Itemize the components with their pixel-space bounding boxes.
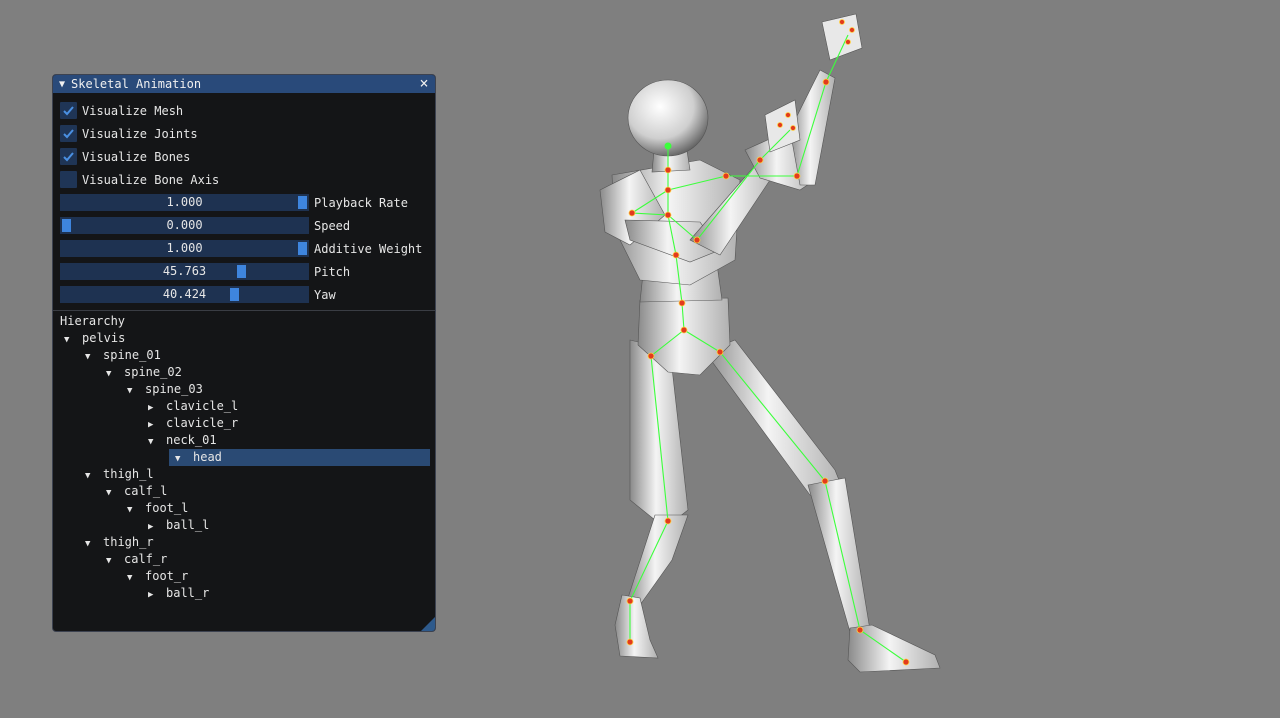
checkbox-label: Visualize Joints — [82, 126, 198, 141]
checkmark-icon — [63, 129, 74, 139]
checkbox-row[interactable]: Visualize Joints — [60, 122, 428, 145]
triangle-down-icon[interactable]: ▼ — [127, 502, 145, 519]
slider-value: 0.000 — [166, 218, 203, 232]
slider[interactable]: 1.000 — [60, 240, 309, 257]
slider-row: 40.424 Yaw — [60, 283, 428, 306]
slider-list: 1.000 Playback Rate 0.000 Speed 1.000 Additiv… — [60, 191, 428, 306]
tree-node-spine-01[interactable]: ▼ spine_01 — [85, 347, 428, 364]
slider[interactable]: 40.424 — [60, 286, 309, 303]
tree-node-label: neck_01 — [166, 433, 217, 447]
tree-node-label: thigh_l — [103, 467, 154, 481]
slider[interactable]: 45.763 — [60, 263, 309, 280]
slider-value: 1.000 — [166, 241, 203, 255]
triangle-down-icon[interactable]: ▼ — [85, 536, 103, 553]
tree-node-label: thigh_r — [103, 535, 154, 549]
checkbox-row[interactable]: Visualize Bones — [60, 145, 428, 168]
triangle-down-icon[interactable]: ▼ — [127, 383, 145, 400]
triangle-down-icon[interactable]: ▼ — [106, 553, 124, 570]
triangle-down-icon[interactable]: ▼ — [127, 570, 145, 587]
slider-label: Yaw — [314, 287, 336, 302]
tree-node-label: spine_01 — [103, 348, 161, 362]
checkmark-icon — [63, 152, 74, 162]
slider-row: 1.000 Additive Weight — [60, 237, 428, 260]
checkbox-label: Visualize Bone Axis — [82, 172, 220, 187]
checkbox-row[interactable]: Visualize Mesh — [60, 99, 428, 122]
triangle-right-icon[interactable]: ▶ — [148, 587, 166, 604]
tree-node-calf-r[interactable]: ▼ calf_r — [106, 551, 428, 568]
window-title: Skeletal Animation — [71, 77, 202, 91]
tree-node-foot-l[interactable]: ▼ foot_l — [127, 500, 428, 517]
tree-node-spine-02[interactable]: ▼ spine_02 — [106, 364, 428, 381]
tree-node-thigh-l[interactable]: ▼ thigh_l — [85, 466, 428, 483]
tree-node-foot-r[interactable]: ▼ foot_r — [127, 568, 428, 585]
tree-node-pelvis[interactable]: ▼ pelvis — [64, 330, 428, 347]
separator — [53, 310, 435, 311]
slider-label: Playback Rate — [314, 195, 408, 210]
tree-node-label: spine_03 — [145, 382, 203, 396]
checkbox[interactable] — [60, 102, 77, 119]
slider-value: 40.424 — [162, 287, 207, 301]
head-joint-selected — [664, 142, 672, 150]
tree-node-label: foot_l — [145, 501, 189, 515]
slider-label: Pitch — [314, 264, 351, 279]
checkbox-label: Visualize Bones — [82, 149, 191, 164]
tree-node-label: ball_l — [166, 518, 210, 532]
resize-grip[interactable] — [421, 617, 435, 631]
skeletal-animation-window[interactable]: ▼ Skeletal Animation × Visualize Mesh Vis… — [52, 74, 436, 632]
mannequin-mesh — [599, 69, 941, 673]
triangle-down-icon[interactable]: ▼ — [64, 332, 82, 349]
checkmark-icon — [63, 106, 74, 116]
close-icon[interactable]: × — [417, 76, 431, 91]
slider-label: Speed — [314, 218, 351, 233]
checkbox-label: Visualize Mesh — [82, 103, 184, 118]
checkbox[interactable] — [60, 171, 77, 188]
tree-node-spine-03[interactable]: ▼ spine_03 — [127, 381, 428, 398]
tree-node-calf-l[interactable]: ▼ calf_l — [106, 483, 428, 500]
tree-node-neck-01[interactable]: ▼ neck_01 — [148, 432, 428, 449]
tree-node-clavicle-r[interactable]: ▶ clavicle_r — [148, 415, 428, 432]
triangle-down-icon[interactable]: ▼ — [106, 485, 124, 502]
checkbox[interactable] — [60, 148, 77, 165]
tree-node-label: calf_l — [124, 484, 168, 498]
tree-node-ball-r[interactable]: ▶ ball_r — [148, 585, 428, 602]
slider-row: 0.000 Speed — [60, 214, 428, 237]
slider-row: 1.000 Playback Rate — [60, 191, 428, 214]
tree-node-thigh-r[interactable]: ▼ thigh_r — [85, 534, 428, 551]
tree-node-label: ball_r — [166, 586, 210, 600]
slider-value: 1.000 — [166, 195, 203, 209]
checkbox[interactable] — [60, 125, 77, 142]
slider-value: 45.763 — [162, 264, 207, 278]
checkbox-row[interactable]: Visualize Bone Axis — [60, 168, 428, 191]
slider[interactable]: 0.000 — [60, 217, 309, 234]
tree-node-label: clavicle_l — [166, 399, 239, 413]
tree-node-ball-l[interactable]: ▶ ball_l — [148, 517, 428, 534]
collapse-triangle-down-icon[interactable]: ▼ — [59, 79, 65, 90]
triangle-down-icon[interactable]: ▼ — [106, 366, 124, 383]
checkbox-list: Visualize Mesh Visualize Joints Visualize … — [60, 99, 428, 191]
slider-label: Additive Weight — [314, 241, 423, 256]
hierarchy-title: Hierarchy — [60, 314, 126, 328]
triangle-down-icon[interactable]: ▼ — [85, 349, 103, 366]
slider-row: 45.763 Pitch — [60, 260, 428, 283]
triangle-down-icon[interactable]: ▼ — [85, 468, 103, 485]
window-titlebar[interactable]: ▼ Skeletal Animation × — [53, 75, 435, 93]
mannequin-viewport[interactable] — [560, 0, 1000, 718]
tree-node-label: foot_r — [145, 569, 189, 583]
tree-node-head[interactable]: ▼ head — [169, 449, 430, 466]
slider[interactable]: 1.000 — [60, 194, 309, 211]
tree-node-label: clavicle_r — [166, 416, 239, 430]
tree-node-label: head — [193, 450, 222, 464]
tree-node-label: calf_r — [124, 552, 168, 566]
tree-node-clavicle-l[interactable]: ▶ clavicle_l — [148, 398, 428, 415]
hierarchy-tree: ▼ pelvis ▼ spine_01 ▼ spine_02 ▼ spine_03 ▶ clavi… — [60, 330, 430, 602]
tree-node-label: spine_02 — [124, 365, 182, 379]
triangle-down-icon[interactable]: ▼ — [148, 434, 166, 451]
tree-node-label: pelvis — [82, 331, 126, 345]
